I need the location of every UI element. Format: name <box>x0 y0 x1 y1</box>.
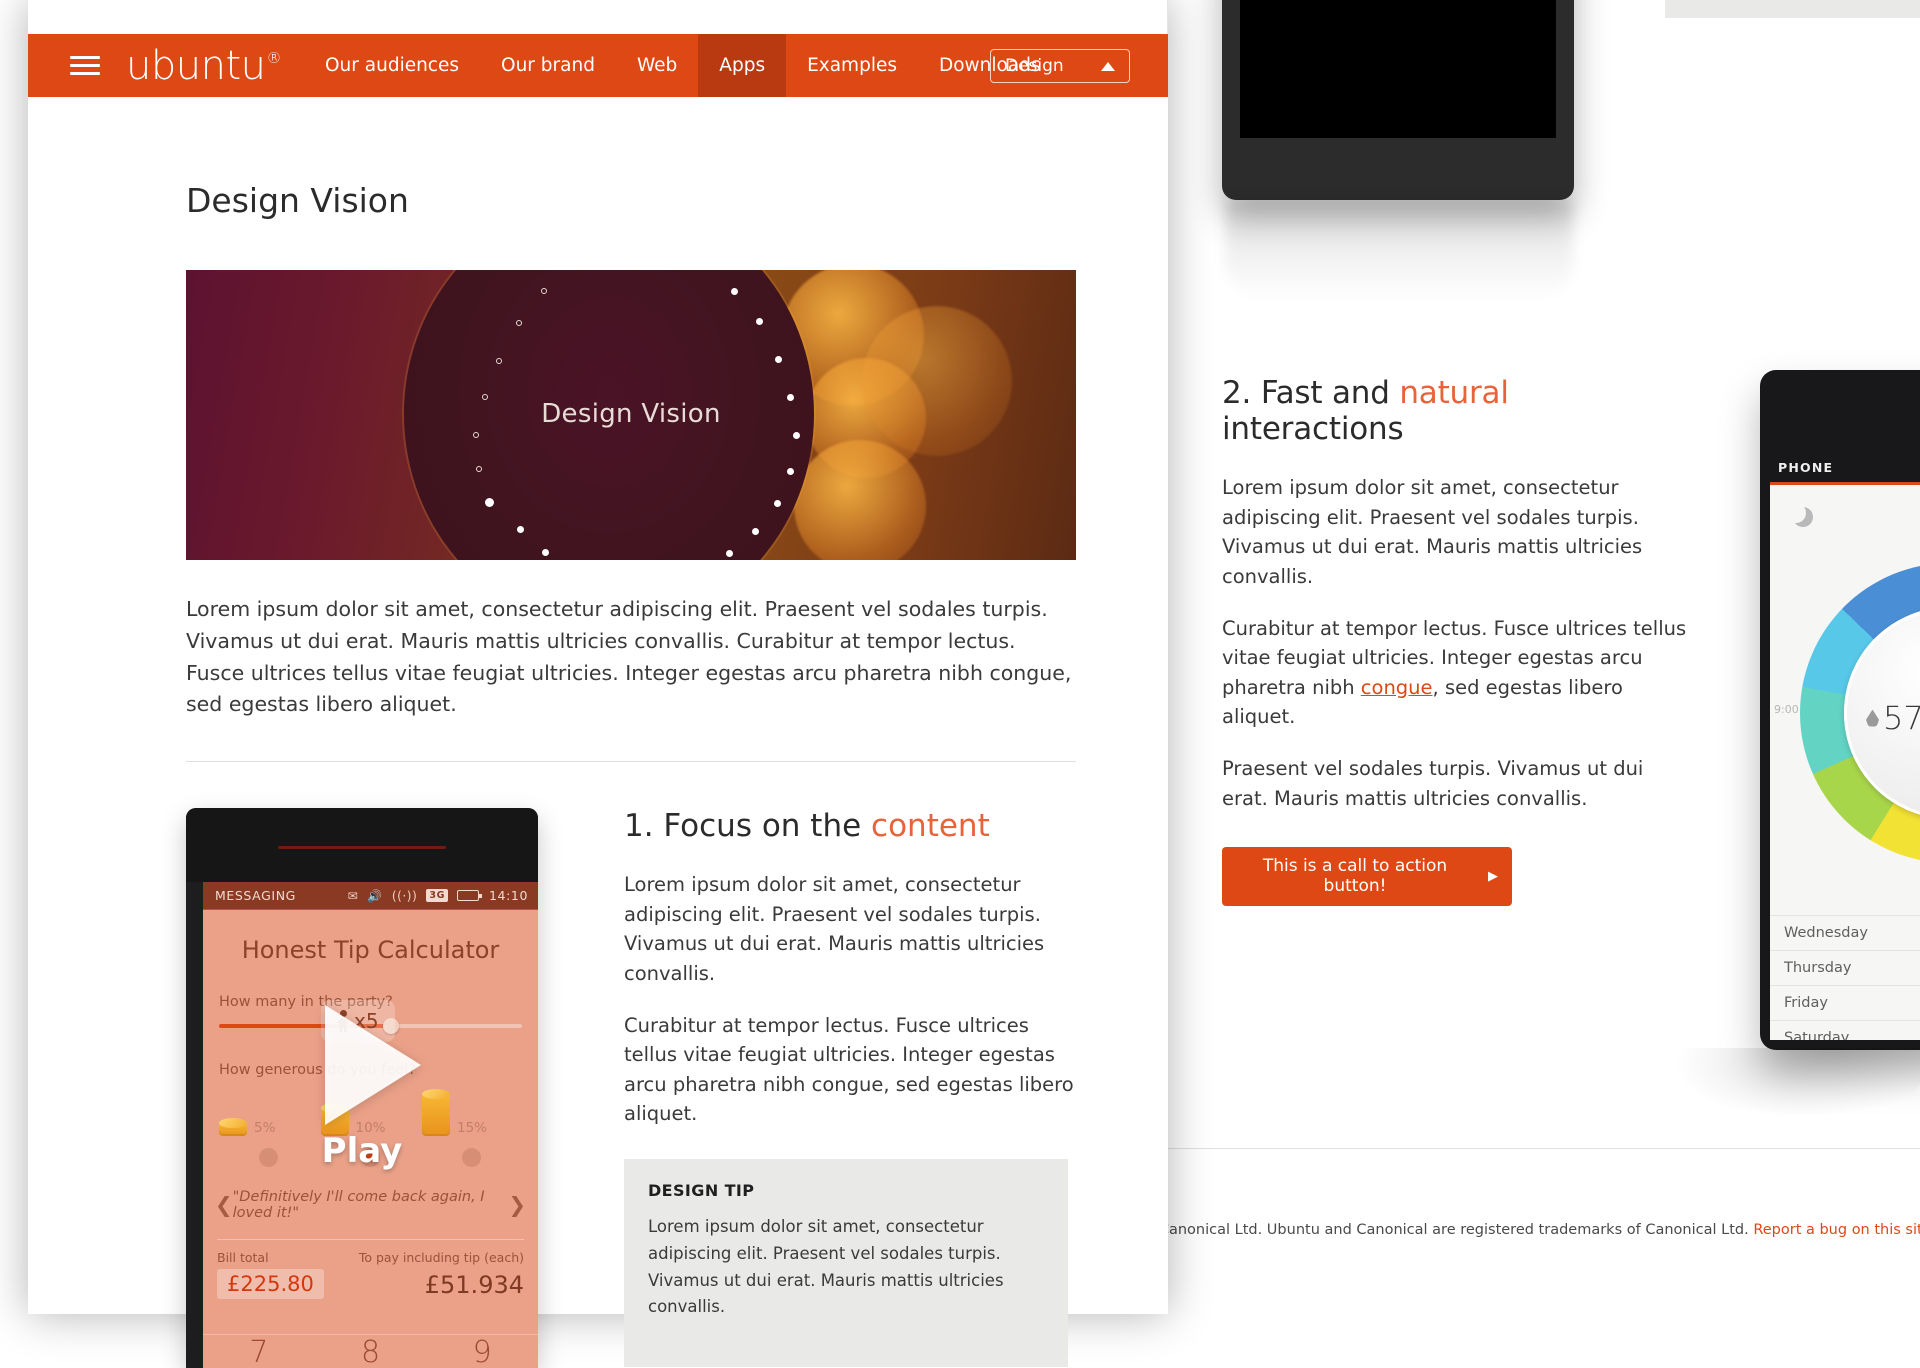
humidity-readout: 57 <box>1866 699 1920 737</box>
play-label: Play <box>322 1131 403 1171</box>
temperature-dial[interactable]: 57 Partly colder <box>1800 563 1920 863</box>
nav-items: Our audiences Our brand Web Apps Example… <box>304 34 1062 97</box>
intro-paragraph: Lorem ipsum dolor sit amet, consectetur … <box>186 594 1076 721</box>
page-title: Design Vision <box>186 181 1136 220</box>
tablet-shadow <box>1225 200 1573 300</box>
call-to-action-button[interactable]: This is a call to action button! ▶ <box>1222 847 1512 906</box>
footer: 4 Canonical Ltd. Ubuntu and Canonical ar… <box>1145 1222 1920 1238</box>
background-tip-box: elit. Praesent vel sodales turpis. Mauri… <box>1665 0 1920 18</box>
footer-divider <box>1135 1148 1920 1149</box>
window-top-strip <box>28 0 1168 34</box>
section-one-heading-accent: content <box>871 808 990 844</box>
arrow-right-icon: ▶ <box>1488 869 1498 884</box>
chevron-up-icon <box>1101 62 1115 71</box>
section-one-heading: 1. Focus on the content <box>624 808 1076 844</box>
nav-item-our-audiences[interactable]: Our audiences <box>304 34 480 97</box>
phone-right-label: PHONE <box>1778 460 1833 475</box>
list-item[interactable]: Friday <box>1770 985 1920 1020</box>
section-one-paragraph-2: Curabitur at tempor lectus. Fusce ultric… <box>624 1011 1076 1130</box>
phone-column: MESSAGING ✉ 🔊 ((·)) 3G 14:10 Honest Tip … <box>186 808 538 1367</box>
design-dropdown-label: Design <box>1005 56 1064 76</box>
tablet-mockup: 4 5 6 1 2 3 . 0 <box>1222 0 1574 200</box>
section-two: 2. Fast and natural interactions Lorem i… <box>1222 375 1692 906</box>
design-dropdown-button[interactable]: Design <box>990 49 1130 83</box>
section-one-paragraph-1: Lorem ipsum dolor sit amet, consectetur … <box>624 870 1076 989</box>
content-divider <box>186 761 1076 762</box>
play-icon <box>325 1005 421 1125</box>
ubuntu-logo[interactable]: ubuntu® <box>126 46 280 86</box>
day-list: Monday Wednesday Thursday Friday Saturda… <box>1770 883 1920 1040</box>
water-drop-icon <box>1866 710 1879 727</box>
hero-label: Design Vision <box>186 399 1076 429</box>
nav-item-our-brand[interactable]: Our brand <box>480 34 616 97</box>
brand-text: ubuntu <box>126 43 265 89</box>
nav-item-apps[interactable]: Apps <box>698 34 786 97</box>
cta-label: This is a call to action button! <box>1236 856 1474 896</box>
footer-text: 4 Canonical Ltd. Ubuntu and Canonical ar… <box>1145 1222 1753 1238</box>
video-play-button[interactable]: Play <box>186 808 538 1368</box>
section-two-heading-part1: 2. Fast and <box>1222 375 1399 411</box>
design-tip-body: Lorem ipsum dolor sit amet, consectetur … <box>648 1214 1044 1321</box>
nav-item-web[interactable]: Web <box>616 34 698 97</box>
section-two-heading: 2. Fast and natural interactions <box>1222 375 1692 447</box>
section-two-heading-part2: interactions <box>1222 411 1403 447</box>
dial-caption-bold: colder <box>1892 761 1920 775</box>
dial-caption: Partly colder <box>1892 747 1920 775</box>
section-one: 1. Focus on the content Lorem ipsum dolo… <box>624 808 1076 1367</box>
phone-right-shadow <box>1641 1048 1920 1118</box>
phone-right-screen: 57 Partly colder 9:00 Monday Wednesday T… <box>1770 482 1920 1040</box>
page-body: Design Vision <box>98 131 1136 1314</box>
section-two-heading-accent: natural <box>1399 375 1508 411</box>
dial-inner: 57 Partly colder <box>1844 607 1920 819</box>
hamburger-icon[interactable] <box>70 55 100 77</box>
section-two-paragraph-2: Curabitur at tempor lectus. Fusce ultric… <box>1222 614 1692 733</box>
section-two-paragraph-1: Lorem ipsum dolor sit amet, consectetur … <box>1222 473 1692 592</box>
congue-link[interactable]: congue <box>1361 676 1433 699</box>
dial-tick-label: 9:00 <box>1774 703 1799 716</box>
section-two-paragraph-3: Praesent vel sodales turpis. Vivamus ut … <box>1222 754 1692 813</box>
design-tip-box: DESIGN TIP Lorem ipsum dolor sit amet, c… <box>624 1159 1068 1367</box>
moon-icon <box>1786 503 1806 523</box>
navigation-bar: ubuntu® Our audiences Our brand Web Apps… <box>28 34 1168 97</box>
tablet-screen: 4 5 6 1 2 3 . 0 <box>1240 0 1556 138</box>
foreground-page: ubuntu® Our audiences Our brand Web Apps… <box>28 0 1168 1314</box>
hero-banner: Design Vision <box>186 270 1076 560</box>
phone-mockup-left: MESSAGING ✉ 🔊 ((·)) 3G 14:10 Honest Tip … <box>186 808 538 1368</box>
list-item[interactable]: Wednesday <box>1770 915 1920 950</box>
phone-mockup-right: PHONE 57 Partly colder 9:00 Monday <box>1760 370 1920 1050</box>
registered-icon: ® <box>266 49 281 67</box>
nav-item-examples[interactable]: Examples <box>786 34 918 97</box>
day-list-header: Monday <box>1770 883 1920 915</box>
two-column-section: MESSAGING ✉ 🔊 ((·)) 3G 14:10 Honest Tip … <box>186 808 1076 1367</box>
design-tip-title: DESIGN TIP <box>648 1181 1044 1200</box>
report-bug-link[interactable]: Report a bug on this site <box>1753 1222 1920 1238</box>
list-item[interactable]: Thursday <box>1770 950 1920 985</box>
humidity-value: 57 <box>1883 699 1920 737</box>
section-one-heading-plain: 1. Focus on the <box>624 808 871 844</box>
list-item[interactable]: Saturday <box>1770 1020 1920 1040</box>
